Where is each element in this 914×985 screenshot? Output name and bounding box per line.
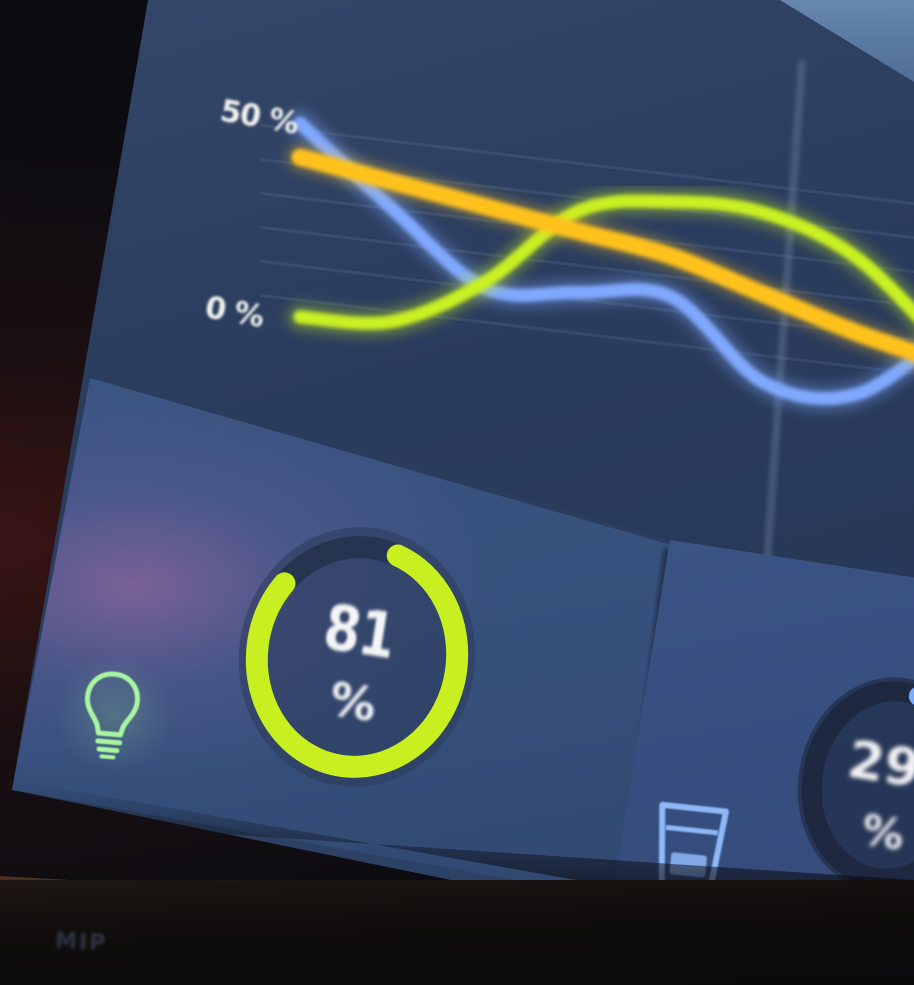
dashboard-screen: 50 % 0 % 81 % 29 % [12,0,914,975]
lightbulb-icon [85,671,140,760]
photo-background: 50 % 0 % 81 % 29 % MIP [0,0,914,985]
gauge2-unit: % [858,805,908,860]
gauge-value: 81 [318,589,400,674]
device-bezel [0,880,914,985]
gauge-unit: % [326,671,381,733]
gauge2-value: 29 [843,729,914,801]
bezel-marking: MIP [54,928,108,957]
